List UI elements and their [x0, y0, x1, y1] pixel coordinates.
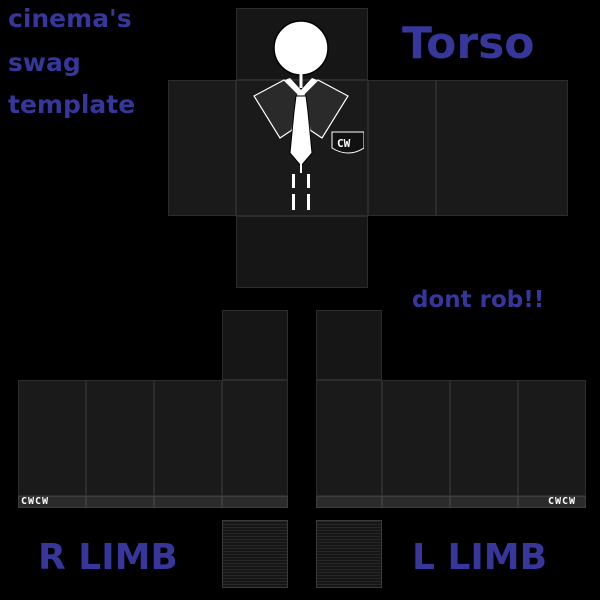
right-limb-cuff-3 [154, 496, 222, 508]
right-limb-side-panel-2 [86, 380, 154, 496]
right-limb-cuff-4 [222, 496, 288, 508]
right-limb-bottom-panel [222, 520, 288, 588]
torso-right-side-panel [168, 80, 236, 216]
right-limb-side-panel-4 [222, 380, 288, 496]
right-limb-label: R LIMB [38, 537, 178, 578]
right-limb-side-panel-3 [154, 380, 222, 496]
left-limb-cuff-3 [450, 496, 518, 508]
torso-label: Torso [402, 18, 535, 69]
stick-figure-in-suit-icon [253, 20, 364, 210]
torso-back-panel [436, 80, 568, 216]
chest-logo-text: CW [337, 137, 351, 150]
right-limb-cuff-2 [86, 496, 154, 508]
right-limb-top-panel [222, 310, 288, 380]
left-limb-side-panel-2 [382, 380, 450, 496]
credit-line-1: cinema's [8, 4, 132, 33]
left-limb-side-panel-4 [518, 380, 586, 496]
credit-line-2: swag [8, 48, 81, 77]
right-limb-side-panel-1 [18, 380, 86, 496]
left-cuff-tag: CWCW [548, 496, 577, 507]
left-limb-side-panel-3 [450, 380, 518, 496]
credit-line-3: template [8, 90, 136, 119]
warning-label: dont rob!! [412, 287, 545, 313]
left-limb-side-panel-1 [316, 380, 382, 496]
left-limb-bottom-panel [316, 520, 382, 588]
left-limb-label: L LIMB [412, 537, 548, 578]
left-limb-cuff-1 [316, 496, 382, 508]
torso-bottom-panel [236, 216, 368, 288]
right-cuff-tag: CWCW [21, 496, 50, 507]
left-limb-top-panel [316, 310, 382, 380]
torso-left-side-panel [368, 80, 436, 216]
left-limb-cuff-2 [382, 496, 450, 508]
